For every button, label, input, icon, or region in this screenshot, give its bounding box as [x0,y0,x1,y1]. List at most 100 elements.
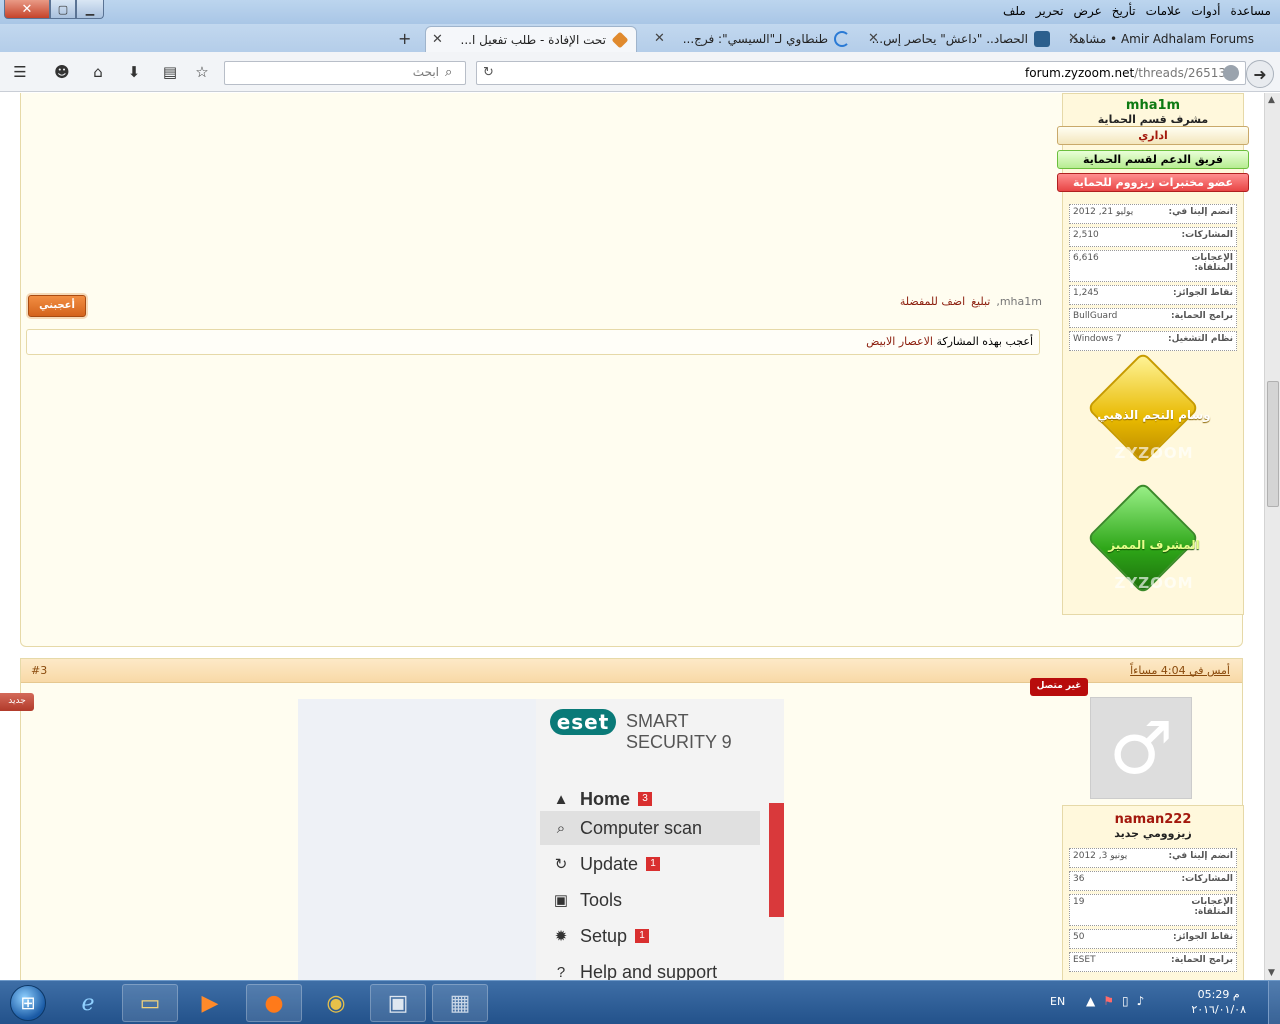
stat-key: نقاط الجوائز: [1173,288,1233,298]
action-center-flag-icon[interactable]: ⚑ [1103,994,1114,1008]
stat-value: يونيو 3, 2012 [1073,851,1128,861]
post-number-link[interactable]: #3 [31,664,47,677]
menu-file[interactable]: ملف [998,2,1031,20]
network-app-icon: ▦ [449,990,471,1016]
tray-icons: ▲ ⚑ ▯ ♪ [1086,994,1144,1008]
menu-view[interactable]: عرض [1068,2,1106,20]
post-actions: mha1m, تبليغ اضف للمفضلة [900,295,1042,308]
user-stats: انضم إلينا في: يوليو 21, 2012 المشاركات: 2… [1069,204,1237,354]
avatar[interactable]: ♂ [1090,697,1192,799]
stat-posts: المشاركات: 2,510 [1069,227,1237,247]
taskbar-network-app[interactable]: ▦ [432,984,488,1022]
reading-list-icon[interactable]: ▤ [160,62,180,82]
taskbar-ie[interactable]: ℯ [60,984,116,1022]
home-icon[interactable]: ⌂ [88,62,108,82]
medal-label: المشرف المميز [1108,538,1200,552]
stat-key: الإعجابات المتلقاة: [1191,897,1233,917]
menu-bookmarks[interactable]: علامات [1141,2,1187,20]
stat-posts: المشاركات: 36 [1069,871,1237,891]
post-author-link[interactable]: mha1m, [996,295,1042,308]
site-identity-icon[interactable] [1223,65,1239,81]
male-symbol-icon: ♂ [1108,706,1174,790]
report-link[interactable]: تبليغ [971,295,990,308]
language-indicator[interactable]: EN [1050,995,1065,1008]
new-tab-button[interactable]: + [398,29,411,48]
stat-value: 50 [1073,932,1085,942]
stat-os: نظام التشغيل: Windows 7 [1069,331,1237,351]
network-icon[interactable]: ▯ [1122,994,1129,1008]
url-host: forum.zyzoom.net [1025,66,1135,80]
new-post-badge: جديد [0,693,34,711]
window-app-icon: ▣ [387,990,409,1016]
url-bar[interactable]: ↻ forum.zyzoom.net/threads/265134/ [476,61,1246,85]
liker-link[interactable]: الاعصار الابيض [866,335,933,348]
menu-history[interactable]: تأريخ [1107,2,1141,20]
add-favorite-link[interactable]: اضف للمفضلة [900,295,965,308]
stat-value: 19 [1073,897,1085,907]
menu-edit[interactable]: تحرير [1031,2,1069,20]
refresh-icon: ↻ [554,856,568,873]
scrollbar-thumb[interactable] [1267,381,1279,507]
search-icon: ⌕ [445,65,453,80]
taskbar-clock[interactable]: 05:29 م ٢٠١٦/٠١/٠٨ [1191,987,1246,1017]
search-input[interactable]: ابحث ⌕ [224,61,466,85]
go-forward-button[interactable]: ➜ [1246,60,1274,88]
zyzoom-favicon-icon [611,31,629,48]
username[interactable]: mha1m [1063,98,1243,113]
user-title: زيزوومي جديد [1114,827,1192,840]
eset-menu-label: Setup [580,925,628,946]
download-icon[interactable]: ⬇ [124,62,144,82]
window-minimize-button[interactable]: ▁ [76,0,104,19]
stat-value: 36 [1073,874,1085,884]
url-text: forum.zyzoom.net/threads/265134/ [1025,66,1238,80]
internet-explorer-icon: ℯ [81,990,95,1016]
stat-likes: الإعجابات المتلقاة: 6,616 [1069,250,1237,282]
tab-amir-forums[interactable]: ✕ Amir Adhalam Forums • مشاهدة... [1062,26,1262,52]
show-hidden-icons-icon[interactable]: ▲ [1086,994,1095,1008]
chat-icon[interactable]: ☻ [52,62,72,82]
tab-close-icon[interactable]: ✕ [868,31,879,46]
folder-icon: ▭ [139,990,161,1016]
tab-news-1[interactable]: ✕ الحصاد.. "داعش" يحاصر إس... [862,26,1058,52]
clock-date: ٢٠١٦/٠١/٠٨ [1191,1003,1246,1016]
window-maximize-button[interactable]: ▢ [50,0,76,19]
search-placeholder: ابحث [412,65,439,79]
username[interactable]: naman222 [1063,812,1243,827]
taskbar-explorer[interactable]: ▭ [122,984,178,1022]
show-desktop-button[interactable] [1268,981,1280,1024]
taskbar-firefox[interactable]: ● [246,984,302,1022]
windows-logo-icon: ⊞ [10,985,46,1021]
system-tray: EN ▲ ⚑ ▯ ♪ 05:29 م ٢٠١٦/٠١/٠٨ [1050,981,1280,1024]
eset-menu-label: Computer scan [580,817,703,838]
stat-value: 6,616 [1073,253,1099,263]
page-scrollbar[interactable]: ▲ ▼ [1264,93,1280,980]
tab-close-icon[interactable]: ✕ [1068,31,1079,46]
tab-label: الحصاد.. "داعش" يحاصر إس... [871,32,1028,46]
tab-zyzoom-active[interactable]: ✕ تحت الإفادة - طلب تفعيل ا... [425,26,637,52]
taskbar-window-app[interactable]: ▣ [370,984,426,1022]
menu-hamburger-icon[interactable]: ☰ [10,62,30,82]
window-close-button[interactable]: ✕ [4,0,50,19]
scroll-down-icon[interactable]: ▼ [1268,968,1275,978]
reload-icon[interactable]: ↻ [483,65,494,80]
bookmark-star-icon[interactable]: ☆ [192,62,212,82]
loading-spinner-icon [834,31,850,47]
user-sidebar-naman222: naman222 زيزوومي جديد انضم إلينا في: يوني… [1062,805,1244,980]
menu-help[interactable]: مساعدة [1225,2,1276,20]
user-sidebar-mha1m: mha1m مشرف قسم الحماية اداري فريق الدعم … [1057,93,1249,615]
scroll-up-icon[interactable]: ▲ [1268,95,1275,105]
media-player-icon: ▶ [201,990,219,1016]
tab-close-icon[interactable]: ✕ [432,32,443,47]
help-icon: ? [556,963,566,981]
stat-points: نقاط الجوائز: 1,245 [1069,285,1237,305]
taskbar-chrome[interactable]: ◉ [308,984,364,1022]
tab-close-icon[interactable]: ✕ [654,31,665,46]
post-date-link[interactable]: أمس في 4:04 مساءاً [1130,664,1230,677]
volume-icon[interactable]: ♪ [1137,994,1145,1008]
menu-tools[interactable]: أدوات [1186,2,1225,20]
tab-news-2[interactable]: ✕ طنطاوي لـ"السيسي": فرج... [648,26,858,52]
like-button[interactable]: أعجبني [28,295,86,317]
start-button[interactable]: ⊞ [4,983,52,1023]
medal-watermark: ZYZOOM [1114,574,1194,592]
taskbar-media-player[interactable]: ▶ [182,984,238,1022]
